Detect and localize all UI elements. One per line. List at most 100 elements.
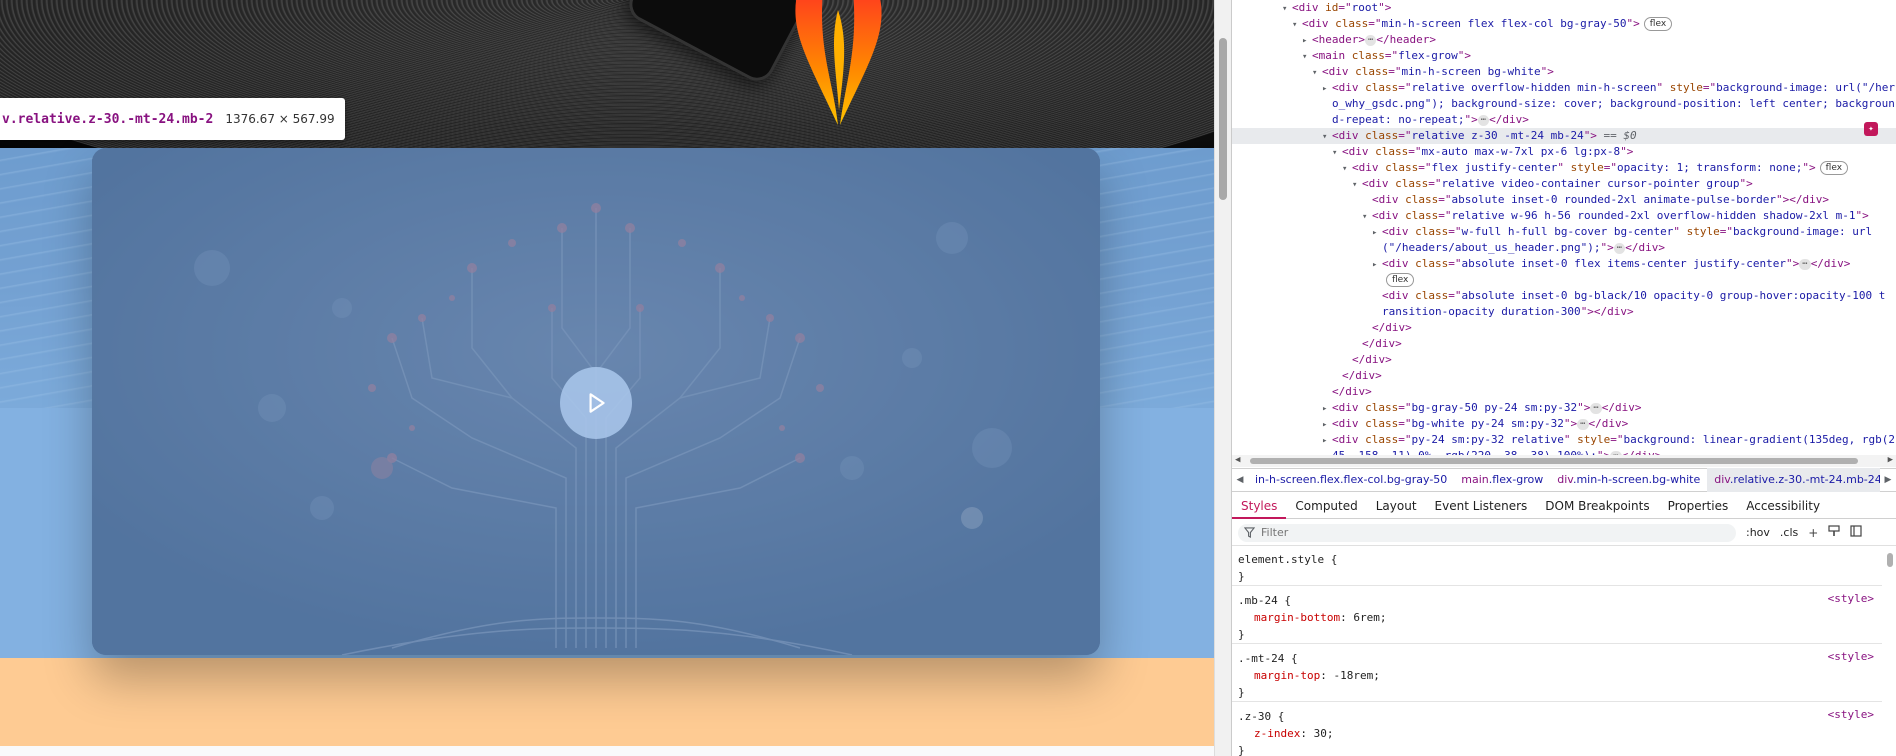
ellipsis-icon[interactable]: ⋯ (1590, 402, 1602, 414)
rule-origin-link[interactable]: <style> (1828, 708, 1874, 721)
tab-event-listeners[interactable]: Event Listeners (1426, 493, 1537, 519)
breadcrumb-item[interactable]: div.relative.z-30.-mt-24.mb-24 (1707, 468, 1880, 492)
expand-icon[interactable]: ▸ (1322, 401, 1332, 417)
collapse-icon[interactable]: ▾ (1302, 49, 1312, 65)
cls-toggle[interactable]: .cls (1780, 526, 1798, 539)
styles-pane[interactable]: element.style {} .mb-24 {<style> margin-bo… (1232, 547, 1896, 756)
dom-node[interactable]: ▸ <div class="w-full h-full bg-cover bg-c… (1232, 224, 1896, 240)
collapse-icon[interactable]: ▾ (1332, 145, 1342, 161)
expand-icon[interactable]: ▸ (1322, 81, 1332, 97)
collapse-icon[interactable]: ▾ (1292, 17, 1302, 33)
rule-origin-link[interactable]: <style> (1828, 650, 1874, 663)
dom-node[interactable]: ▾ <main class="flex-grow"> (1232, 48, 1896, 64)
expand-icon[interactable]: ▸ (1372, 257, 1382, 273)
ellipsis-icon[interactable]: ⋯ (1577, 418, 1589, 430)
dom-node[interactable]: o_why_gsdc.png"); background-size: cover… (1232, 96, 1896, 112)
collapse-icon[interactable]: ▾ (1362, 209, 1372, 225)
dom-node[interactable]: ▾ <div class="min-h-screen bg-white"> (1232, 64, 1896, 80)
expand-icon[interactable]: ▸ (1372, 225, 1382, 241)
dom-node[interactable]: ransition-opacity duration-300"></div> (1232, 304, 1896, 320)
style-property[interactable]: z-index: 30; (1232, 725, 1882, 742)
page-scrollbar[interactable] (1214, 0, 1231, 756)
filter-input[interactable] (1261, 526, 1701, 539)
style-property[interactable]: margin-top: -18rem; (1232, 667, 1882, 684)
dom-node[interactable]: <div class="absolute inset-0 rounded-2xl… (1232, 192, 1896, 208)
dom-node[interactable]: ▸ <div class="bg-white py-24 sm:py-32"> ⋯ <… (1232, 416, 1896, 432)
dom-node[interactable]: ▸ <div class="absolute inset-0 flex items… (1232, 256, 1896, 272)
breadcrumb-item[interactable]: div.min-h-screen.bg-white (1550, 468, 1707, 492)
margin-highlight (0, 658, 1214, 746)
ellipsis-icon[interactable]: ⋯ (1799, 258, 1811, 270)
dom-node[interactable]: ▾ <div class="relative video-container cu… (1232, 176, 1896, 192)
scroll-left-icon[interactable]: ◀ (1235, 455, 1240, 465)
dom-node[interactable]: ▸ <header> ⋯ </header> (1232, 32, 1896, 48)
tab-layout[interactable]: Layout (1367, 493, 1426, 519)
dom-node[interactable]: ▾ <div class="relative w-96 h-56 rounded-… (1232, 208, 1896, 224)
tab-computed[interactable]: Computed (1286, 493, 1366, 519)
rule-origin-link[interactable]: <style> (1828, 592, 1874, 605)
dom-node[interactable]: </div> (1232, 336, 1896, 352)
collapse-icon[interactable]: ▾ (1322, 129, 1332, 145)
collapse-icon[interactable]: ▾ (1312, 65, 1322, 81)
dom-node[interactable]: d-repeat: no-repeat;"> ⋯ </div> (1232, 112, 1896, 128)
dom-node[interactable]: ▾ <div class="min-h-screen flex flex-col … (1232, 16, 1896, 32)
rule-selector[interactable]: .mb-24 { (1232, 592, 1882, 609)
filter-field[interactable] (1238, 523, 1736, 542)
dom-node[interactable]: </div> (1232, 352, 1896, 368)
styles-scrollbar[interactable] (1884, 547, 1896, 756)
collapse-icon[interactable]: ▾ (1352, 177, 1362, 193)
dom-node-selected[interactable]: ▾ <div class="relative z-30 -mt-24 mb-24"… (1232, 128, 1896, 144)
plus-icon[interactable]: + (1808, 526, 1818, 540)
flex-badge[interactable]: flex (1643, 17, 1673, 31)
dom-node[interactable]: ▸ <div class="bg-gray-50 py-24 sm:py-32">… (1232, 400, 1896, 416)
style-property[interactable]: margin-bottom: 6rem; (1232, 609, 1882, 626)
ai-assistant-icon[interactable]: ✦ (1864, 122, 1878, 136)
video-container[interactable] (92, 148, 1100, 655)
expand-icon[interactable]: ▸ (1322, 417, 1332, 433)
hov-toggle[interactable]: :hov (1746, 526, 1770, 539)
rule-selector[interactable]: .-mt-24 { (1232, 650, 1882, 667)
flex-badge[interactable]: flex (1819, 161, 1849, 175)
tab-accessibility[interactable]: Accessibility (1737, 493, 1829, 519)
breadcrumb-item[interactable]: main.flex-grow (1454, 468, 1550, 492)
breadcrumb-right-icon[interactable]: ▶ (1880, 475, 1896, 485)
scroll-right-icon[interactable]: ▶ (1888, 455, 1893, 465)
dom-node[interactable]: ("/headers/about_us_header.png");"> ⋯ </di… (1232, 240, 1896, 256)
ellipsis-icon[interactable]: ⋯ (1364, 34, 1377, 46)
page-scrollbar-thumb[interactable] (1219, 38, 1227, 200)
style-rule[interactable]: element.style {} (1232, 551, 1882, 586)
dom-node[interactable]: ▾ <div class="mx-auto max-w-7xl px-6 lg:p… (1232, 144, 1896, 160)
expand-icon[interactable]: ▸ (1322, 433, 1332, 449)
dom-node[interactable]: <div class="absolute inset-0 bg-black/10… (1232, 288, 1896, 304)
tab-styles[interactable]: Styles (1232, 493, 1287, 519)
collapse-icon[interactable]: ▾ (1282, 1, 1292, 17)
sidebar-toggle-icon[interactable] (1850, 525, 1862, 540)
collapse-icon[interactable]: ▾ (1342, 161, 1352, 177)
style-rule[interactable]: .-mt-24 {<style> margin-top: -18rem;} (1232, 650, 1882, 702)
rule-selector[interactable]: element.style { (1232, 551, 1882, 568)
dom-node[interactable]: ▸ <div class="py-24 sm:py-32 relative" st… (1232, 432, 1896, 448)
dom-node[interactable]: </div> (1232, 384, 1896, 400)
elements-tree[interactable]: ⋯ ▾<div id="root">▾<div class="min-h-scr… (1232, 0, 1896, 459)
tab-properties[interactable]: Properties (1659, 493, 1738, 519)
style-rule[interactable]: .z-30 {<style> z-index: 30;} (1232, 708, 1882, 756)
tab-dom-breakpoints[interactable]: DOM Breakpoints (1536, 493, 1658, 519)
dom-node[interactable]: </div> (1232, 320, 1896, 336)
dom-node[interactable]: ▾ <div class="flex justify-center" style=… (1232, 160, 1896, 176)
breadcrumb-left-icon[interactable]: ◀ (1232, 475, 1248, 485)
dom-node[interactable]: flex (1232, 272, 1896, 288)
ellipsis-icon[interactable]: ⋯ (1477, 114, 1490, 126)
dom-node[interactable]: ▾ <div id="root"> (1232, 0, 1896, 16)
paint-brush-icon[interactable] (1828, 525, 1840, 540)
dom-node[interactable]: ▸ <div class="relative overflow-hidden mi… (1232, 80, 1896, 96)
breadcrumb-item[interactable]: in-h-screen.flex.flex-col.bg-gray-50 (1248, 468, 1454, 492)
ellipsis-icon[interactable]: ⋯ (1613, 242, 1626, 254)
flex-badge[interactable]: flex (1386, 273, 1415, 287)
dom-node[interactable]: </div> (1232, 368, 1896, 384)
dom-token: style (1669, 81, 1703, 94)
expand-icon[interactable]: ▸ (1302, 33, 1312, 49)
style-rule[interactable]: .mb-24 {<style> margin-bottom: 6rem;} (1232, 592, 1882, 644)
play-button[interactable] (560, 367, 632, 439)
rule-selector[interactable]: .z-30 { (1232, 708, 1882, 725)
elements-hscrollbar[interactable]: ◀ ▶ (1232, 455, 1896, 467)
